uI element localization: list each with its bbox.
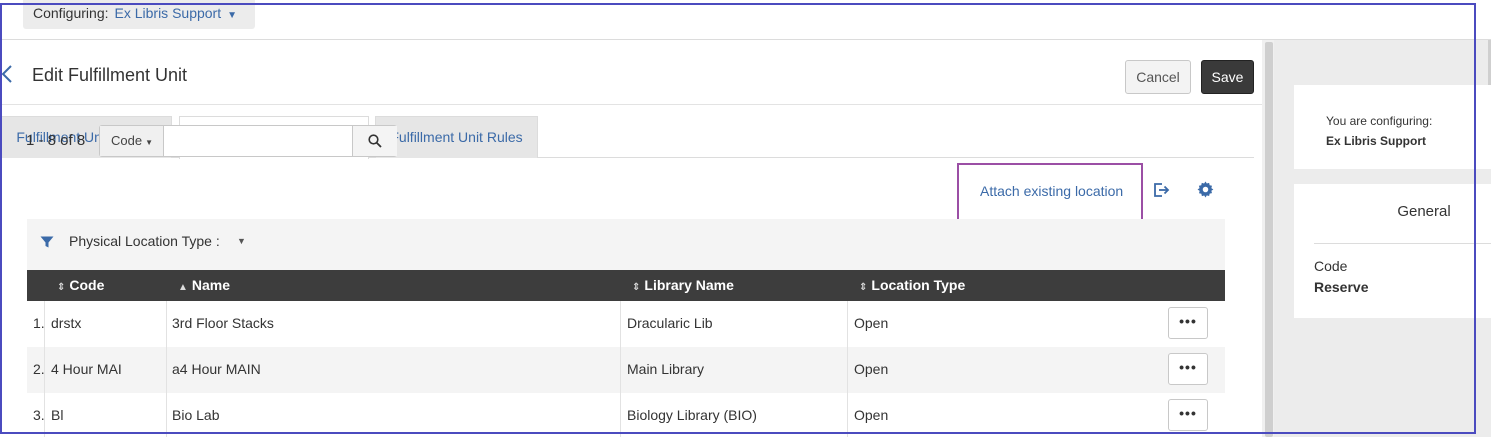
column-header-code[interactable]: ⇕ Code: [57, 270, 104, 301]
cell-divider: [620, 393, 621, 437]
tab-fulfillment-unit-rules[interactable]: Fulfillment Unit Rules: [375, 116, 538, 158]
cell-location-type: Open: [854, 315, 889, 331]
cell-divider: [44, 393, 45, 437]
cell-library-name: Main Library: [627, 361, 705, 377]
main-panel: Edit Fulfillment Unit Cancel Save Fulfil…: [0, 50, 1262, 437]
filter-bar: Physical Location Type : ▼: [27, 219, 1225, 270]
cell-location-type: Open: [854, 361, 889, 377]
search-input[interactable]: [165, 126, 352, 156]
general-card: General Code Reserve: [1294, 184, 1491, 318]
column-header-location-type[interactable]: ⇕ Location Type: [859, 270, 965, 301]
page: Configuring: Ex Libris Support ▼ Edit Fulf…: [0, 0, 1491, 437]
caret-down-icon[interactable]: ▼: [237, 233, 246, 249]
table-row[interactable]: 3. Bl Bio Lab Biology Library (BIO) Open…: [27, 393, 1225, 437]
cell-divider: [44, 347, 45, 393]
filter-funnel-icon[interactable]: [40, 235, 54, 249]
search-bar: Code ▼: [99, 125, 397, 157]
cancel-button[interactable]: Cancel: [1125, 60, 1191, 94]
cell-code: Bl: [51, 407, 64, 423]
cell-divider: [166, 393, 167, 437]
cell-library-name: Dracularic Lib: [627, 315, 713, 331]
search-button[interactable]: [352, 126, 397, 156]
code-value: Reserve: [1314, 279, 1369, 295]
column-header-name[interactable]: ▲ Name: [178, 270, 230, 301]
cell-name: 3rd Floor Stacks: [172, 315, 274, 331]
column-label: Location Type: [871, 277, 966, 293]
configuring-selector[interactable]: Configuring: Ex Libris Support ▼: [23, 0, 255, 29]
general-title: General: [1397, 203, 1451, 220]
column-label: Library Name: [644, 277, 734, 293]
gear-icon[interactable]: [1197, 181, 1214, 198]
filter-physical-location-type[interactable]: Physical Location Type :: [69, 233, 220, 249]
row-number: 1.: [33, 315, 45, 331]
column-label: Name: [191, 277, 231, 293]
sidebar-configuring-label: You are configuring:: [1326, 114, 1433, 128]
back-chevron-icon[interactable]: [0, 62, 14, 86]
scrollbar-thumb[interactable]: [1265, 42, 1273, 437]
search-field-value: Code: [111, 133, 143, 148]
cell-divider: [847, 301, 848, 347]
page-title: Edit Fulfillment Unit: [32, 65, 188, 85]
table-header: ⇕ Code ▲ Name ⇕ Library Name ⇕ Location Type: [27, 270, 1225, 301]
cell-divider: [166, 347, 167, 393]
sort-asc-icon: ▲: [178, 282, 188, 293]
divider: [0, 104, 1262, 105]
column-label: Code: [69, 277, 105, 293]
cell-library-name: Biology Library (BIO): [627, 407, 757, 423]
cell-divider: [44, 301, 45, 347]
cell-name: Bio Lab: [172, 407, 220, 423]
caret-down-icon: ▼: [145, 138, 153, 147]
sort-both-icon: ⇕: [632, 282, 641, 293]
save-button[interactable]: Save: [1201, 60, 1254, 94]
cell-divider: [620, 347, 621, 393]
row-actions-button[interactable]: •••: [1168, 307, 1208, 339]
search-field-select[interactable]: Code ▼: [100, 126, 164, 156]
cell-divider: [847, 347, 848, 393]
code-label: Code: [1314, 258, 1348, 274]
divider: [1314, 243, 1491, 244]
cell-code: 4 Hour MAI: [51, 361, 122, 377]
sort-both-icon: ⇕: [57, 282, 66, 293]
search-icon: [368, 134, 382, 148]
caret-down-icon: ▼: [227, 10, 238, 21]
cell-divider: [620, 301, 621, 347]
cell-divider: [166, 301, 167, 347]
export-icon[interactable]: [1152, 181, 1170, 199]
configuring-label: Configuring:: [33, 5, 109, 21]
cell-name: a4 Hour MAIN: [172, 361, 261, 377]
cell-location-type: Open: [854, 407, 889, 423]
attach-existing-location-link[interactable]: Attach existing location: [980, 183, 1123, 199]
cell-divider: [847, 393, 848, 437]
cell-code: drstx: [51, 315, 82, 331]
configuring-card: You are configuring: Ex Libris Support: [1294, 85, 1491, 169]
sidebar-configuring-value: Ex Libris Support: [1326, 134, 1427, 148]
table-row[interactable]: 2. 4 Hour MAI a4 Hour MAIN Main Library …: [27, 347, 1225, 393]
column-header-library-name[interactable]: ⇕ Library Name: [632, 270, 734, 301]
row-actions-button[interactable]: •••: [1168, 353, 1208, 385]
configuring-value: Ex Libris Support: [114, 5, 222, 21]
sort-both-icon: ⇕: [859, 282, 868, 293]
results-count: 1 - 8 of 8: [26, 132, 86, 149]
top-bar: Configuring: Ex Libris Support ▼: [0, 0, 1491, 40]
row-number: 2.: [33, 361, 45, 377]
row-number: 3.: [33, 407, 45, 423]
row-actions-button[interactable]: •••: [1168, 399, 1208, 431]
table-row[interactable]: 1. drstx 3rd Floor Stacks Dracularic Lib…: [27, 301, 1225, 347]
